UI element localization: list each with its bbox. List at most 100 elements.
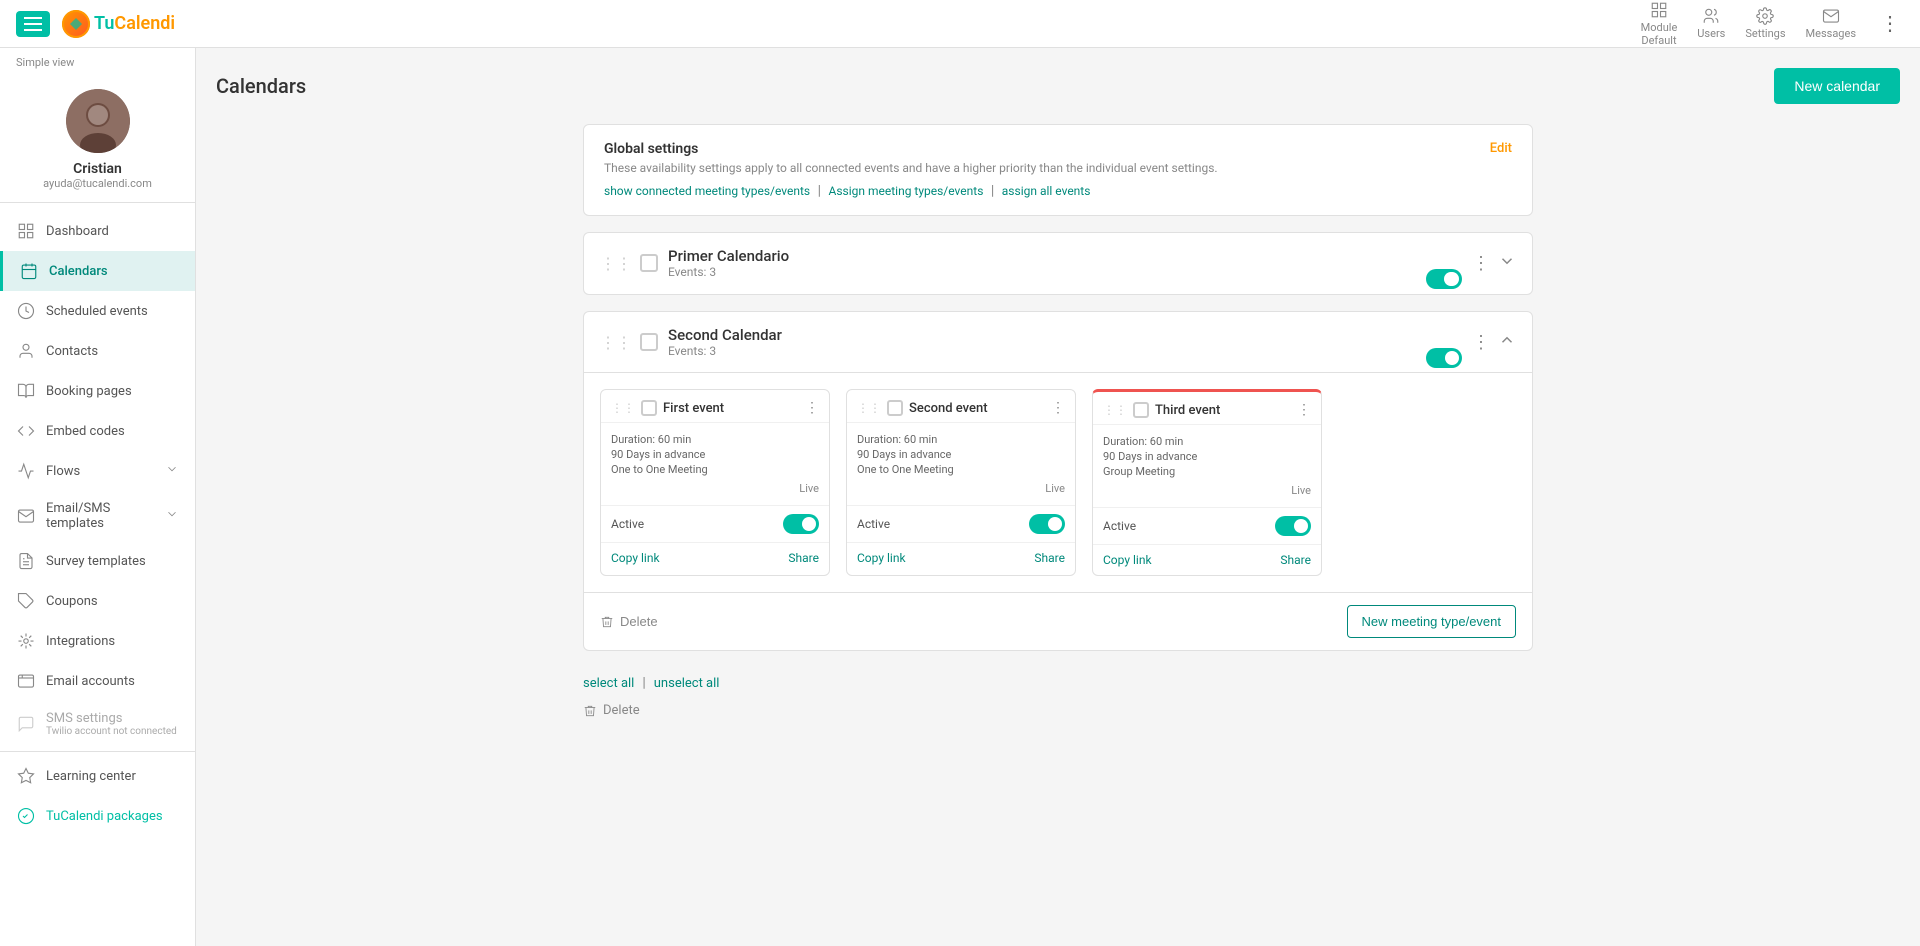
- tucalendi-packages-icon: [16, 806, 36, 826]
- new-meeting-type-button[interactable]: New meeting type/event: [1347, 605, 1516, 638]
- event-duration-third: Duration: 60 min: [1103, 435, 1311, 448]
- sidebar-item-dashboard[interactable]: Dashboard: [0, 211, 195, 251]
- sidebar-item-contacts[interactable]: Contacts: [0, 331, 195, 371]
- assign-meeting-types-link[interactable]: Assign meeting types/events: [829, 184, 984, 198]
- calendar-collapse-second[interactable]: [1498, 331, 1516, 354]
- separator: |: [642, 675, 645, 691]
- sidebar-item-email-accounts[interactable]: Email accounts: [0, 661, 195, 701]
- user-profile: Cristian ayuda@tucalendi.com: [0, 73, 195, 203]
- event-drag-second-ev[interactable]: ⋮⋮: [857, 401, 881, 415]
- integrations-icon: [16, 631, 36, 651]
- event-live-first: Live: [611, 482, 819, 495]
- event-checkbox-first[interactable]: [641, 400, 657, 416]
- share-link-second-ev[interactable]: Share: [1034, 551, 1065, 565]
- messages-nav[interactable]: Messages: [1806, 7, 1856, 40]
- event-toggle-second-ev[interactable]: [1029, 514, 1065, 534]
- event-card-second: ⋮⋮ Second event ⋮ Duration: 60 min 90 Da…: [846, 389, 1076, 576]
- calendar-collapse-primer[interactable]: [1498, 252, 1516, 275]
- sidebar-item-embed-codes[interactable]: Embed codes: [0, 411, 195, 451]
- global-settings-header: Global settings These availability setti…: [604, 141, 1512, 183]
- event-more-first[interactable]: ⋮: [805, 400, 819, 416]
- global-settings-title: Global settings: [604, 141, 1218, 157]
- unselect-all-link[interactable]: unselect all: [654, 676, 720, 691]
- logo-text: TuCalendi: [94, 13, 175, 34]
- copy-link-second-ev[interactable]: Copy link: [857, 551, 906, 565]
- event-checkbox-third[interactable]: [1133, 402, 1149, 418]
- event-active-first: Active: [601, 505, 829, 542]
- copy-link-first[interactable]: Copy link: [611, 551, 660, 565]
- settings-nav[interactable]: Settings: [1745, 7, 1785, 40]
- event-checkbox-second-ev[interactable]: [887, 400, 903, 416]
- sidebar-item-sms-settings[interactable]: SMS settings Twilio account not connecte…: [0, 701, 195, 747]
- user-email: ayuda@tucalendi.com: [43, 177, 152, 190]
- sidebar-item-email-sms-templates[interactable]: Email/SMS templates: [0, 491, 195, 541]
- share-link-third[interactable]: Share: [1280, 553, 1311, 567]
- event-card-first: ⋮⋮ First event ⋮ Duration: 60 min 90 Day…: [600, 389, 830, 576]
- event-more-third[interactable]: ⋮: [1297, 402, 1311, 418]
- sidebar-item-scheduled-events[interactable]: Scheduled events: [0, 291, 195, 331]
- avatar-image: [66, 89, 130, 153]
- assign-all-events-link[interactable]: assign all events: [1002, 184, 1091, 198]
- users-icon: [1702, 7, 1720, 25]
- event-toggle-third[interactable]: [1275, 516, 1311, 536]
- sidebar-item-learning-center[interactable]: Learning center: [0, 756, 195, 796]
- event-header-second-ev: ⋮⋮ Second event ⋮: [847, 390, 1075, 423]
- event-meeting-type-second-ev: One to One Meeting: [857, 463, 1065, 476]
- new-calendar-button[interactable]: New calendar: [1774, 68, 1900, 104]
- show-connected-link[interactable]: show connected meeting types/events: [604, 184, 810, 198]
- more-options-button[interactable]: ⋮: [1876, 7, 1904, 40]
- hamburger-button[interactable]: [16, 11, 50, 37]
- module-default-nav[interactable]: Module Default: [1641, 1, 1678, 47]
- sidebar-item-survey-templates[interactable]: Survey templates: [0, 541, 195, 581]
- global-settings-desc: These availability settings apply to all…: [604, 161, 1218, 175]
- module-icon: [1650, 1, 1668, 19]
- event-toggle-first[interactable]: [783, 514, 819, 534]
- delete-calendar-button[interactable]: Delete: [600, 614, 658, 629]
- event-body-second-ev: Duration: 60 min 90 Days in advance One …: [847, 423, 1075, 505]
- calendar-footer-second: Delete New meeting type/event: [584, 592, 1532, 650]
- bottom-actions: select all | unselect all Delete: [583, 667, 1533, 726]
- sidebar-item-booking-pages[interactable]: Booking pages: [0, 371, 195, 411]
- event-drag-first[interactable]: ⋮⋮: [611, 401, 635, 415]
- sidebar-item-flows[interactable]: Flows: [0, 451, 195, 491]
- calendar-toggle-second[interactable]: [1426, 332, 1462, 352]
- calendars-icon: [19, 261, 39, 281]
- event-active-third: Active: [1093, 507, 1321, 544]
- calendar-checkbox-primer[interactable]: [640, 254, 658, 272]
- bottom-delete-label: Delete: [603, 703, 640, 718]
- messages-label: Messages: [1806, 27, 1856, 40]
- drag-handle-primer[interactable]: ⋮⋮: [600, 254, 632, 273]
- copy-link-third[interactable]: Copy link: [1103, 553, 1152, 567]
- event-more-second-ev[interactable]: ⋮: [1051, 400, 1065, 416]
- calendar-events-count-second: Events: 3: [668, 344, 1426, 358]
- users-label: Users: [1697, 27, 1725, 40]
- event-body-third: Duration: 60 min 90 Days in advance Grou…: [1093, 425, 1321, 507]
- settings-icon: [1756, 7, 1774, 25]
- event-drag-third[interactable]: ⋮⋮: [1103, 403, 1127, 417]
- calendar-more-primer[interactable]: ⋮: [1472, 253, 1490, 274]
- tucalendi-packages-label: TuCalendi packages: [46, 809, 163, 824]
- messages-icon: [1822, 7, 1840, 25]
- calendar-more-second[interactable]: ⋮: [1472, 332, 1490, 353]
- sidebar-item-integrations[interactable]: Integrations: [0, 621, 195, 661]
- dashboard-icon: [16, 221, 36, 241]
- learning-center-label: Learning center: [46, 769, 136, 784]
- sms-settings-icon: [16, 714, 36, 734]
- logo: TuCalendi: [62, 10, 175, 38]
- share-link-first[interactable]: Share: [788, 551, 819, 565]
- logo-icon: [62, 10, 90, 38]
- users-nav[interactable]: Users: [1697, 7, 1725, 40]
- calendar-checkbox-second[interactable]: [640, 333, 658, 351]
- event-body-first: Duration: 60 min 90 Days in advance One …: [601, 423, 829, 505]
- sidebar-item-calendars[interactable]: Calendars: [0, 251, 195, 291]
- drag-handle-second[interactable]: ⋮⋮: [600, 333, 632, 352]
- sidebar-item-coupons[interactable]: Coupons: [0, 581, 195, 621]
- edit-link[interactable]: Edit: [1490, 141, 1512, 156]
- dashboard-label: Dashboard: [46, 224, 109, 239]
- sms-settings-label: SMS settings: [46, 711, 179, 726]
- coupons-icon: [16, 591, 36, 611]
- select-all-link[interactable]: select all: [583, 676, 634, 691]
- calendar-toggle-primer[interactable]: [1426, 253, 1462, 273]
- bottom-delete[interactable]: Delete: [583, 703, 1533, 718]
- sidebar-item-tucalendi-packages[interactable]: TuCalendi packages: [0, 796, 195, 836]
